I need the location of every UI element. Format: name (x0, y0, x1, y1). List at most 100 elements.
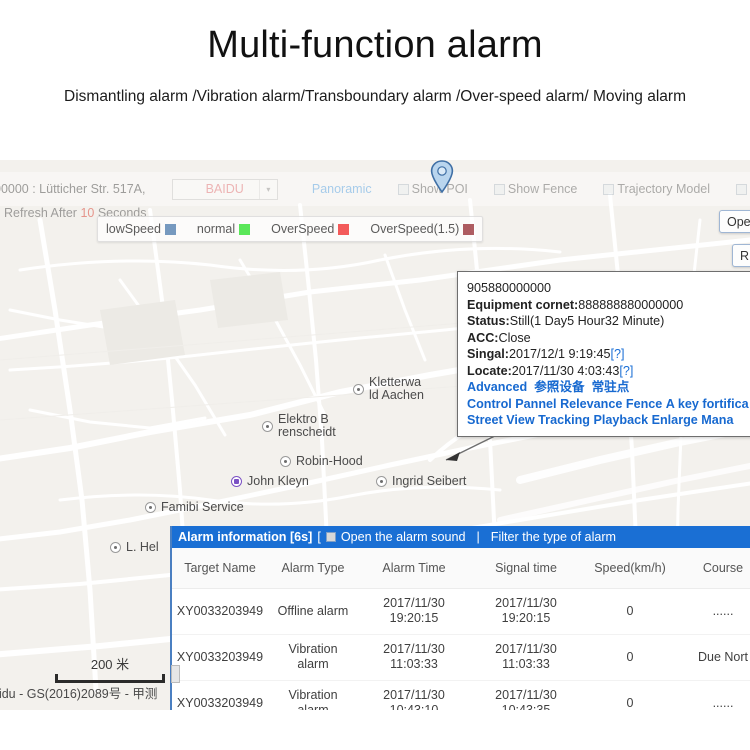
cell-course: ...... (678, 680, 750, 710)
poi-dot-icon (353, 384, 364, 395)
legend-swatch-overspeed-15 (463, 224, 474, 235)
alarm-sound-checkbox[interactable] (326, 532, 336, 542)
legend-label: lowSpeed (106, 222, 161, 236)
cell-alarm-type: Offline alarm (268, 588, 358, 634)
table-row[interactable]: XY0033203949 Offline alarm 2017/11/30 19… (172, 588, 750, 634)
map-poi-ingrid-seibert[interactable]: Ingrid Seibert (376, 475, 466, 488)
panoramic-link[interactable]: Panoramic (312, 182, 372, 196)
poi-label: Kletterwa ld Aachen (369, 376, 424, 402)
poi-label: Famibi Service (161, 501, 244, 514)
checkbox-icon[interactable] (494, 184, 505, 195)
locate-help-icon[interactable]: [?] (619, 364, 633, 378)
column-speed[interactable]: Speed(km/h) (582, 548, 678, 588)
map-provider-select[interactable]: BAIDU ▾ (172, 179, 278, 200)
alarm-panel-header: Alarm information [6s] [ Open the alarm … (172, 526, 750, 548)
device-address-label: 00000 : Lütticher Str. 517A, (0, 182, 146, 196)
link-relevance-fence[interactable]: Relevance Fence (560, 397, 662, 411)
speed-legend: lowSpeed normal OverSpeed OverSpeed(1.5) (97, 216, 483, 242)
cell-speed: 0 (582, 634, 678, 680)
poi-label: Elektro B renscheidt (278, 413, 336, 439)
legend-item-normal: normal (197, 222, 250, 236)
cell-course: Due Nort (678, 634, 750, 680)
acc-label: ACC: (467, 331, 498, 345)
column-alarm-time[interactable]: Alarm Time (358, 548, 470, 588)
show-fence-label: Show Fence (508, 182, 577, 196)
page-subtitle: Dismantling alarm /Vibration alarm/Trans… (0, 88, 750, 106)
equipment-cornet-label: Equipment cornet: (467, 298, 578, 312)
locate-value: 2017/11/30 4:03:43 (512, 364, 620, 378)
chevron-down-icon[interactable]: ▾ (259, 180, 277, 199)
bubble-links-row-3: Street View Tracking Playback Enlarge Ma… (467, 412, 747, 429)
link-control-pannel[interactable]: Control Pannel (467, 397, 557, 411)
cell-target-name: XY0033203949 (172, 680, 268, 710)
bubble-links-row-2: Control Pannel Relevance Fence A key for… (467, 396, 747, 413)
poi-label: Ingrid Seibert (392, 475, 466, 488)
cell-alarm-time: 2017/11/30 11:03:33 (358, 634, 470, 680)
device-id: 905880000000 (467, 280, 747, 297)
cell-alarm-type: Vibration alarm (268, 680, 358, 710)
trajectory-model-checkbox[interactable]: Trajectory Model (603, 182, 710, 196)
link-manage[interactable]: Mana (701, 413, 733, 427)
column-signal-time[interactable]: Signal time (470, 548, 582, 588)
link-resident-point[interactable]: 常驻点 (592, 380, 630, 394)
table-row[interactable]: XY0033203949 Vibration alarm 2017/11/30 … (172, 634, 750, 680)
table-row[interactable]: XY0033203949 Vibration alarm 2017/11/30 … (172, 680, 750, 710)
signal-help-icon[interactable]: [?] (611, 347, 625, 361)
open-button[interactable]: Open (719, 210, 750, 233)
cell-signal-time: 2017/11/30 19:20:15 (470, 588, 582, 634)
alarm-panel-scrollbar-thumb[interactable] (171, 665, 180, 683)
cell-signal-time: 2017/11/30 10:43:35 (470, 680, 582, 710)
equipment-cornet-row: Equipment cornet:888888880000000 (467, 297, 747, 314)
link-playback[interactable]: Playback (593, 413, 648, 427)
map-attribution: aidu - GS(2016)2089号 - 甲测 (0, 683, 157, 702)
r-button[interactable]: R (732, 244, 750, 267)
checkbox-icon[interactable] (603, 184, 614, 195)
link-a-key-fortification[interactable]: A key fortifica (666, 397, 749, 411)
column-alarm-type[interactable]: Alarm Type (268, 548, 358, 588)
map-poi-kletterwald[interactable]: Kletterwa ld Aachen (353, 376, 424, 402)
equipment-cornet-value: 888888880000000 (578, 298, 683, 312)
show-fence-checkbox[interactable]: Show Fence (494, 182, 577, 196)
map-poi-l-hel[interactable]: L. Hel (110, 541, 159, 554)
alarm-panel-title: Alarm information [6s] (178, 530, 312, 544)
map-poi-robin-hood[interactable]: Robin-Hood (280, 455, 363, 468)
checkbox-icon[interactable] (736, 184, 747, 195)
link-street-view[interactable]: Street View (467, 413, 535, 427)
link-tracking[interactable]: Tracking (538, 413, 590, 427)
cell-alarm-time: 2017/11/30 19:20:15 (358, 588, 470, 634)
acc-value: Close (498, 331, 530, 345)
column-target-name[interactable]: Target Name (172, 548, 268, 588)
link-reference-device[interactable]: 参照设备 (534, 380, 584, 394)
locate-label: Locate: (467, 364, 512, 378)
poi-dot-icon (280, 456, 291, 467)
poi-shop-icon (231, 476, 242, 487)
checkbox-icon[interactable] (398, 184, 409, 195)
legend-item-overspeed-15: OverSpeed(1.5) (370, 222, 474, 236)
status-label: Status: (467, 314, 510, 328)
legend-item-lowspeed: lowSpeed (106, 222, 176, 236)
link-advanced[interactable]: Advanced (467, 380, 527, 394)
legend-item-overspeed: OverSpeed (271, 222, 349, 236)
refresh-seconds-value: 10 (80, 206, 94, 220)
alarm-sound-label[interactable]: Open the alarm sound (341, 530, 466, 544)
map-toolbar[interactable]: 00000 : Lütticher Str. 517A, BAIDU ▾ Pan… (0, 172, 750, 206)
column-course[interactable]: Course (678, 548, 750, 588)
refresh-prefix: Refresh After (4, 206, 77, 220)
filter-alarm-type-link[interactable]: Filter the type of alarm (491, 530, 616, 544)
cell-target-name: XY0033203949 (172, 588, 268, 634)
map-poi-john-kleyn[interactable]: John Kleyn (231, 475, 309, 488)
legend-label: normal (197, 222, 235, 236)
map-scale-graphic (55, 674, 165, 683)
page-title: Multi-function alarm (0, 24, 750, 67)
link-enlarge[interactable]: Enlarge (652, 413, 698, 427)
extra-checkbox[interactable] (736, 184, 750, 195)
vehicle-marker-icon[interactable] (430, 160, 454, 194)
legend-swatch-lowspeed (165, 224, 176, 235)
map-provider-value: BAIDU (206, 182, 244, 196)
map-poi-elektro[interactable]: Elektro B renscheidt (262, 413, 336, 439)
cell-alarm-type: Vibration alarm (268, 634, 358, 680)
cell-signal-time: 2017/11/30 11:03:33 (470, 634, 582, 680)
map-poi-famibi-service[interactable]: Famibi Service (145, 501, 244, 514)
cell-target-name: XY0033203949 (172, 634, 268, 680)
map-container[interactable]: 00000 : Lütticher Str. 517A, BAIDU ▾ Pan… (0, 160, 750, 710)
